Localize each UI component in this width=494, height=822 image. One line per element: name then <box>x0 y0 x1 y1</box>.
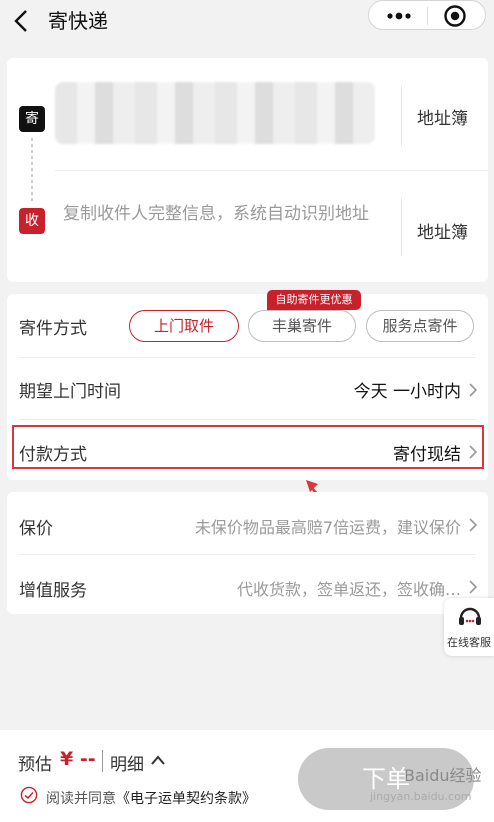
customer-service-button[interactable]: 在线客服 <box>444 598 494 656</box>
customer-service-label: 在线客服 <box>447 636 491 649</box>
annotation-highlight-box <box>12 425 484 469</box>
agreement-text: 阅读并同意《电子运单契约条款》 <box>46 788 256 808</box>
chevron-right-icon <box>469 580 478 594</box>
value-added-hint: 代收货款，签单返还，签收确… <box>236 580 461 599</box>
watermark: jingyan.baidu.com <box>370 790 472 803</box>
watermark-logo: Baidu经验 <box>404 766 482 785</box>
address-divider <box>401 198 402 256</box>
option-service-point[interactable]: 服务点寄件 <box>366 310 474 342</box>
back-arrow-icon[interactable] <box>8 6 38 36</box>
bottom-bar: 预估 ¥ -- 明细 阅读并同意《电子运单契约条款》 下单 Baidu经验 ji… <box>0 730 494 822</box>
value-added-label: 增值服务 <box>19 581 87 601</box>
row-divider <box>19 554 476 555</box>
estimate-divider <box>102 750 103 772</box>
page-title: 寄快递 <box>48 9 108 33</box>
sender-info-blurred[interactable] <box>55 82 375 144</box>
address-row-divider <box>55 170 488 171</box>
promo-tag: 自助寄件更优惠 <box>267 290 361 310</box>
recipient-input[interactable]: 复制收件人完整信息，系统自动识别地址 <box>63 200 383 228</box>
capsule-divider <box>427 7 428 25</box>
pickup-time-value: 今天 一小时内 <box>353 382 461 402</box>
chevron-right-icon <box>469 518 478 532</box>
chevron-right-icon <box>469 383 478 397</box>
headset-icon <box>459 607 481 625</box>
address-card: 寄 地址簿 收 复制收件人完整信息，系统自动识别地址 地址簿 <box>7 58 488 282</box>
row-divider <box>19 357 476 358</box>
chevron-up-icon[interactable] <box>150 754 166 766</box>
estimate-label: 预估 <box>18 755 52 775</box>
row-divider <box>19 419 476 420</box>
shipping-method-label: 寄件方式 <box>19 319 87 339</box>
connector-dots <box>31 138 33 204</box>
more-icon[interactable] <box>383 5 415 27</box>
estimate-value: ¥ -- <box>60 748 96 770</box>
address-divider <box>401 86 402 146</box>
option-locker[interactable]: 丰巢寄件 <box>248 310 356 342</box>
target-icon[interactable] <box>443 4 467 28</box>
services-card: 保价 未保价物品最高赔7倍运费，建议保价 增值服务 代收货款，签单返还，签收确… <box>7 492 488 614</box>
option-home-pickup[interactable]: 上门取件 <box>129 310 239 342</box>
recipient-badge: 收 <box>19 208 45 234</box>
insurance-label: 保价 <box>19 519 53 539</box>
sender-badge: 寄 <box>19 106 45 132</box>
agreement-prefix: 阅读并同意 <box>46 791 116 807</box>
recipient-address-book-button[interactable]: 地址簿 <box>417 218 468 243</box>
mini-program-capsule <box>368 0 486 30</box>
detail-button[interactable]: 明细 <box>110 750 144 775</box>
nav-bar: 寄快递 <box>0 0 494 44</box>
pickup-time-label: 期望上门时间 <box>19 382 121 402</box>
agreement-link[interactable]: 《电子运单契约条款》 <box>116 791 256 807</box>
check-icon[interactable] <box>20 786 38 804</box>
insurance-hint: 未保价物品最高赔7倍运费，建议保价 <box>194 518 461 537</box>
sender-address-book-button[interactable]: 地址簿 <box>417 104 468 129</box>
